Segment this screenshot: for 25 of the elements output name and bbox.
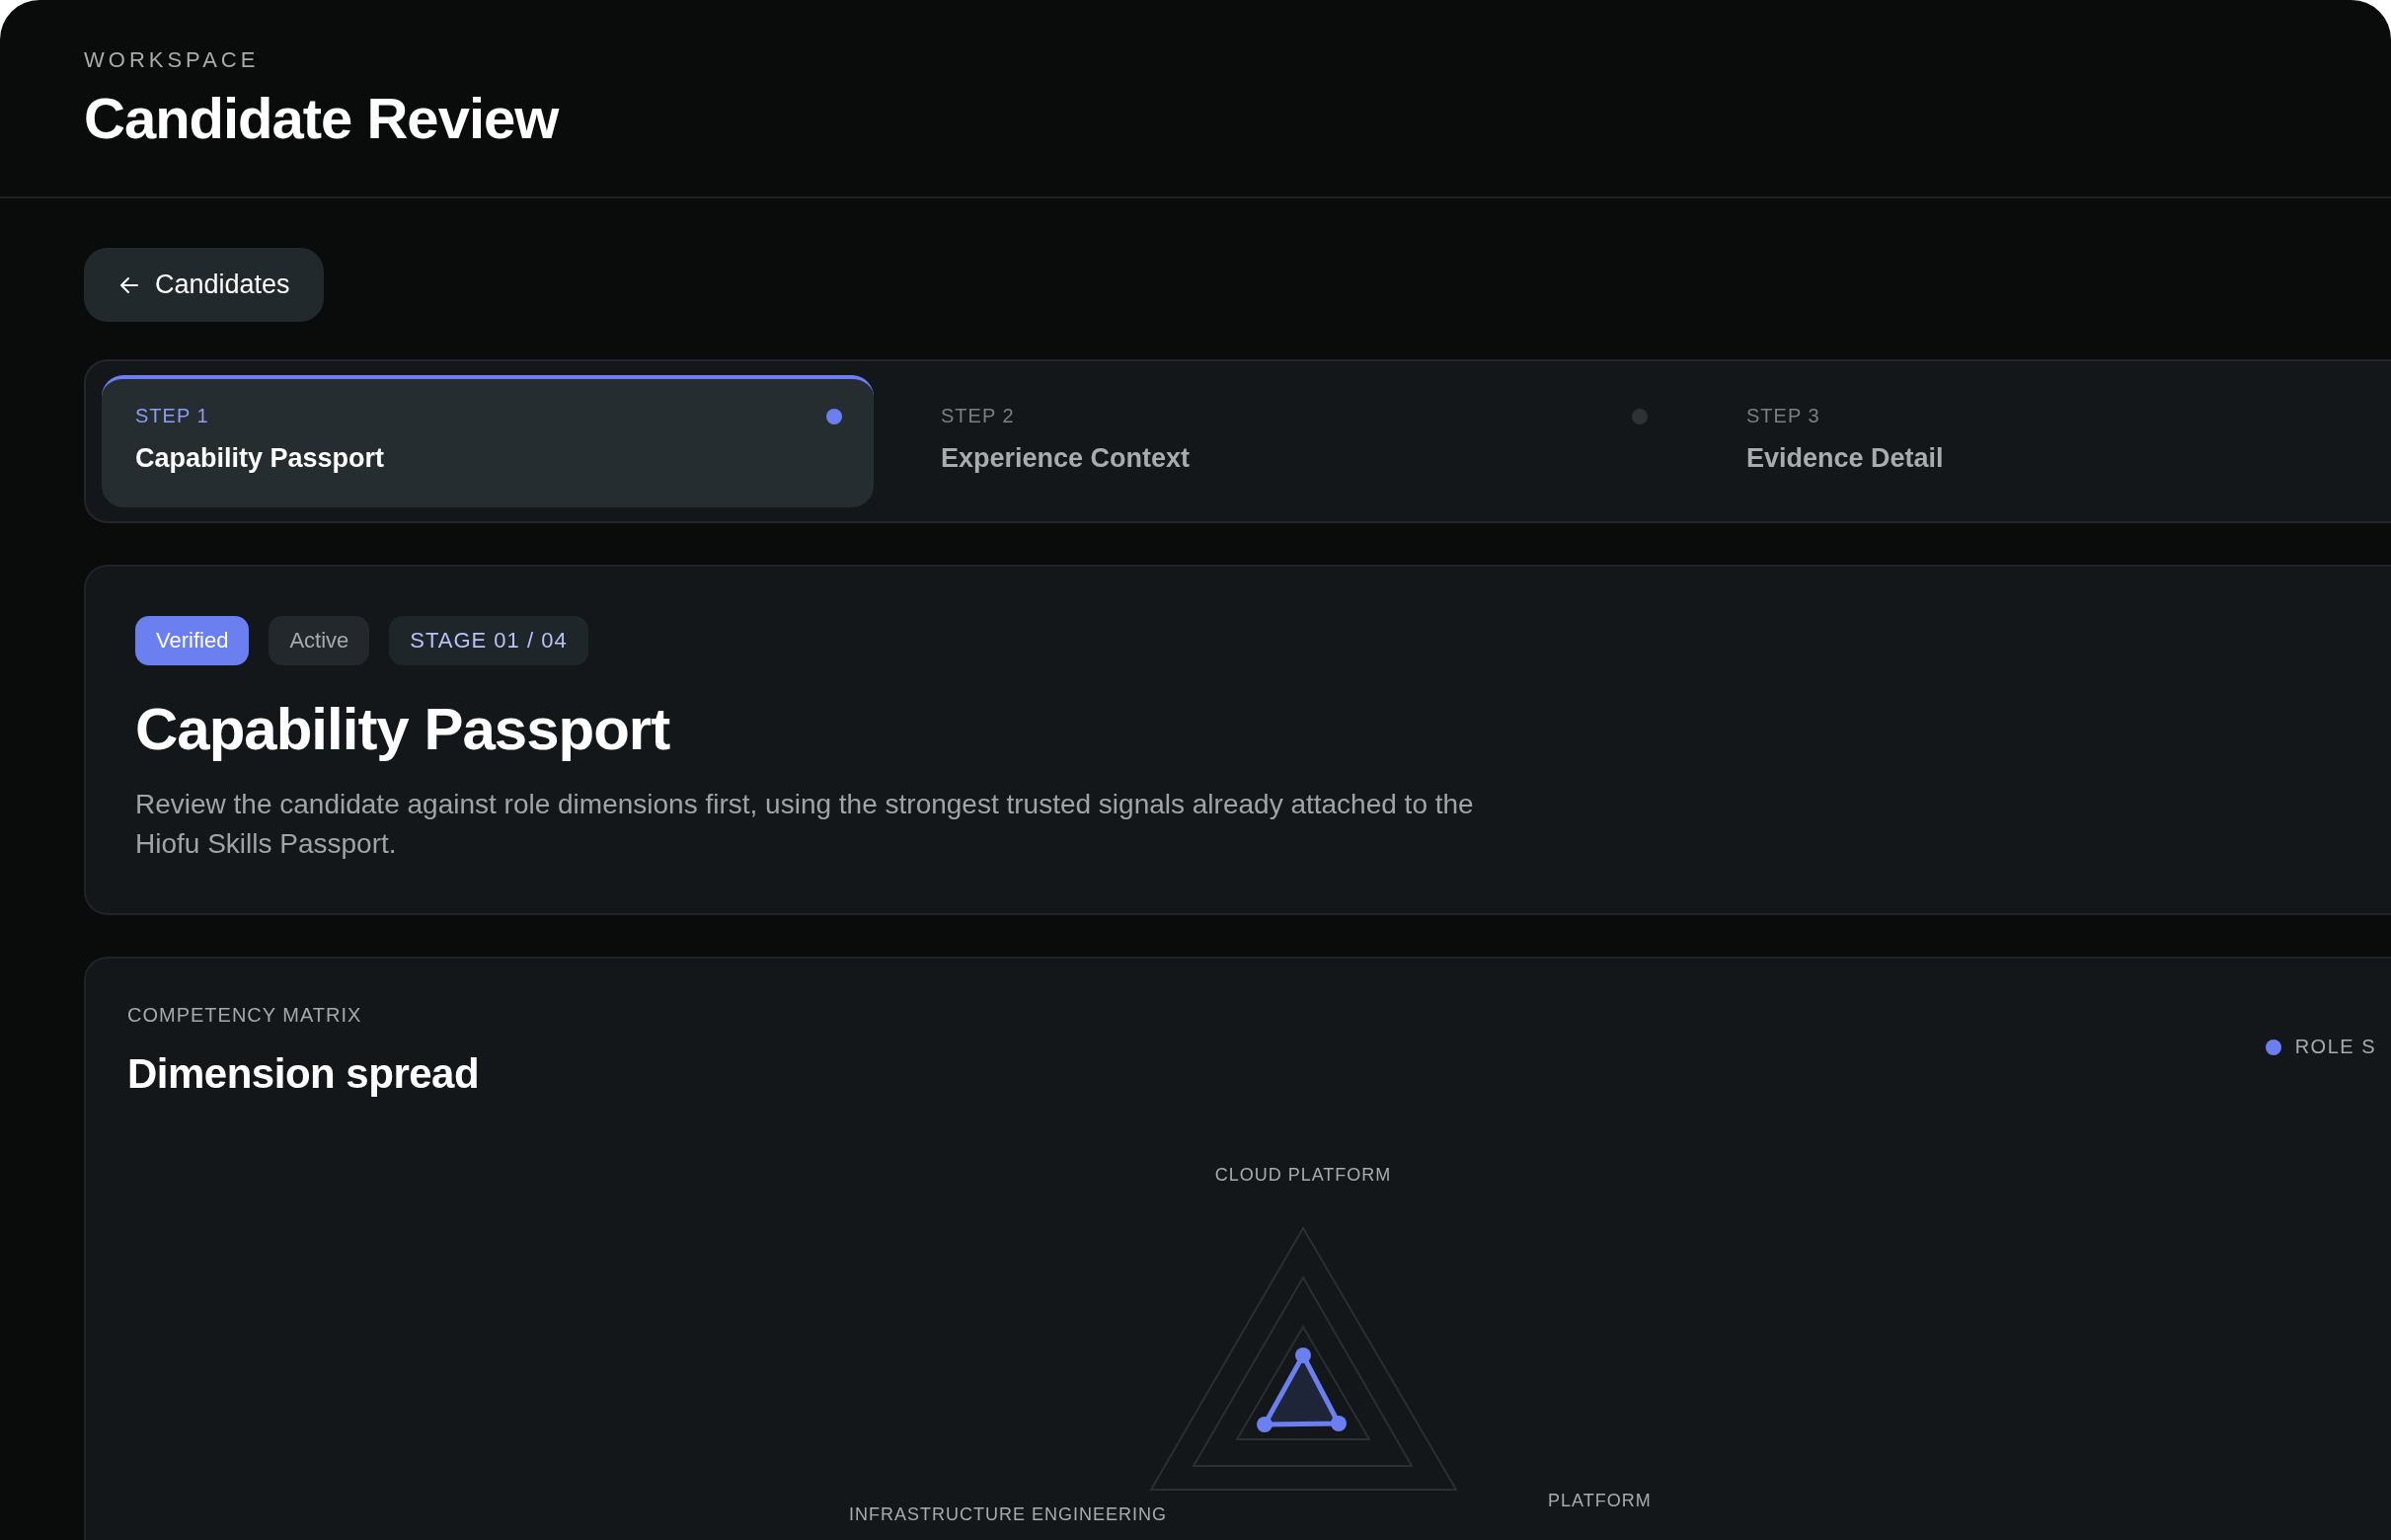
matrix-title: Dimension spread xyxy=(127,1050,480,1098)
status-dot xyxy=(1632,409,1648,424)
axis-label: INFRASTRUCTURE ENGINEERING xyxy=(849,1504,1167,1525)
description: Review the candidate against role dimensions first, using the strongest trusted signals already attached to the Hiofu Skills Passport. xyxy=(135,788,1475,861)
matrix-label: COMPETENCY MATRIX xyxy=(127,1004,363,1027)
status-dot xyxy=(826,409,842,424)
step-number: STEP 2 xyxy=(941,405,1015,427)
step-number: STEP 3 xyxy=(1746,405,1820,427)
status-badge: STAGE 01 / 04 xyxy=(389,616,588,665)
step-title: Experience Context xyxy=(941,443,1191,474)
section-title: Capability Passport xyxy=(135,695,671,763)
axis-label: PLATFORM xyxy=(1548,1491,1652,1511)
workspace-label: WORKSPACE xyxy=(84,47,261,73)
status-badge: Verified xyxy=(135,616,250,665)
page-title: Candidate Review xyxy=(84,85,561,151)
step-title: Capability Passport xyxy=(135,443,385,474)
step-tab[interactable]: STEP 2 Experience Context xyxy=(907,375,1679,507)
step-tab[interactable]: STEP 3 Evidence Detail xyxy=(1713,375,2391,507)
step-number: STEP 1 xyxy=(135,405,209,427)
back-button[interactable]: Candidates xyxy=(84,248,324,322)
status-badge: Active xyxy=(269,616,370,665)
step-tab[interactable]: STEP 1 Capability Passport xyxy=(102,375,874,507)
step-title: Evidence Detail xyxy=(1746,443,1944,474)
legend-label: ROLE S xyxy=(2294,1036,2376,1058)
axis-label: CLOUD PLATFORM xyxy=(1214,1165,1392,1186)
